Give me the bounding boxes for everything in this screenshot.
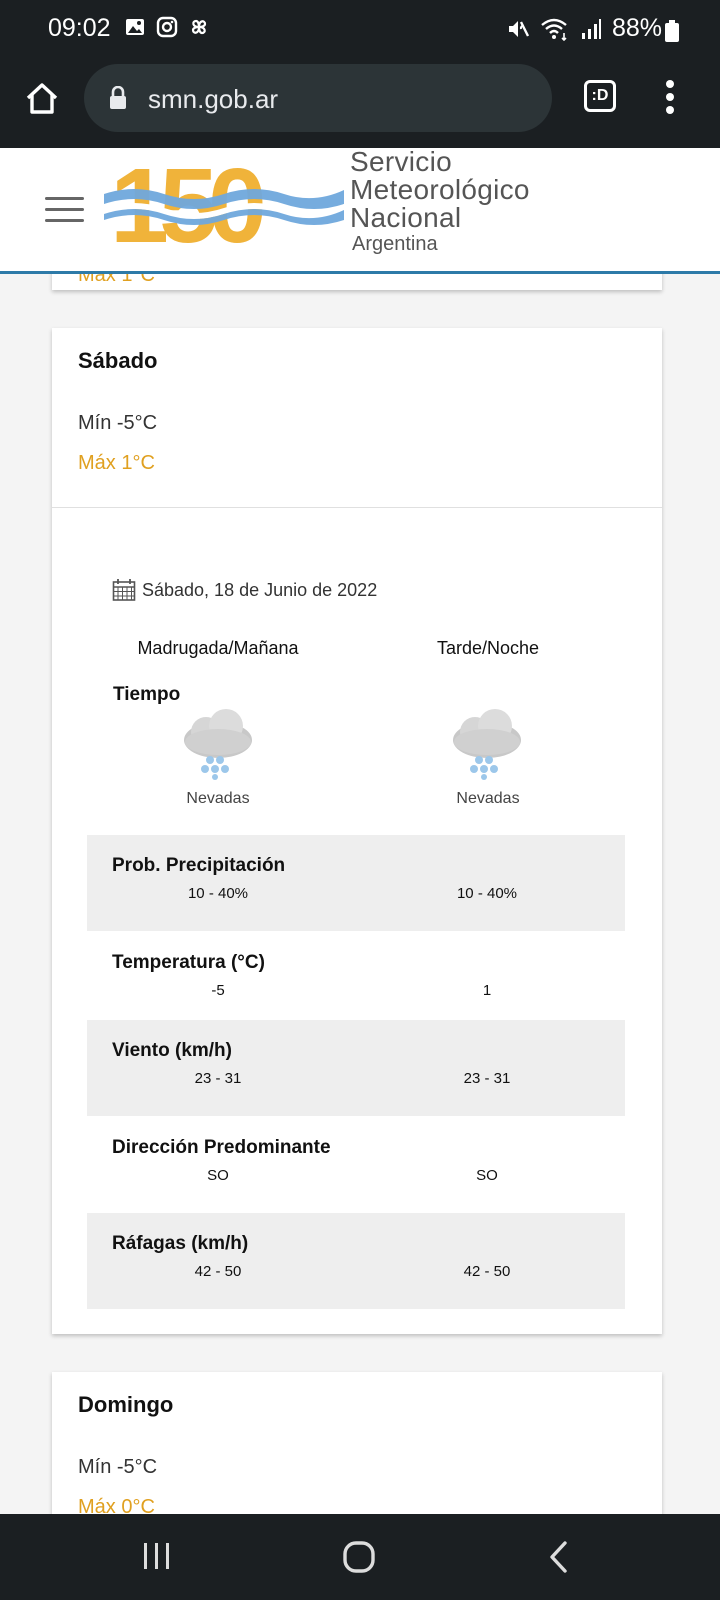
- lock-icon: [110, 86, 126, 109]
- site-country: Argentina: [352, 233, 438, 255]
- weather-afternoon: Nevadas: [456, 790, 520, 807]
- site-title-line-1: Servicio: [350, 146, 452, 177]
- previous-day-card[interactable]: Máx 1°C: [52, 274, 662, 290]
- wifi-icon: [541, 18, 567, 41]
- signal-icon: [581, 18, 601, 39]
- row-direction: Dirección Predominante SO SO: [87, 1117, 625, 1213]
- snow-cloud-icon: [453, 709, 521, 780]
- navigation-bar: [0, 1514, 720, 1600]
- max-temp: Máx 1°C: [78, 452, 155, 474]
- row-gusts: Ráfagas (km/h) 42 - 50 42 - 50: [87, 1213, 625, 1309]
- row-label: Ráfagas (km/h): [112, 1233, 249, 1254]
- row-label: Viento (km/h): [112, 1040, 232, 1061]
- day-title: Sábado: [78, 348, 158, 373]
- row-value-morning: 42 - 50: [194, 1263, 242, 1280]
- sunday-card[interactable]: Domingo Mín -5°C Máx 0°C: [52, 1372, 662, 1514]
- row-value-morning: 10 - 40%: [187, 885, 249, 902]
- calendar-icon: [112, 579, 136, 601]
- weather-label: Tiempo: [113, 684, 181, 705]
- max-temp: Máx 0°C: [78, 1496, 155, 1514]
- date-text: Sábado, 18 de Junio de 2022: [142, 579, 378, 600]
- recents-icon[interactable]: [142, 1540, 172, 1572]
- row-value-morning: 23 - 31: [194, 1070, 242, 1087]
- notification-icons: [124, 16, 210, 38]
- status-time: 09:02: [48, 14, 111, 42]
- row-label: Dirección Predominante: [112, 1137, 331, 1158]
- instagram-icon: [156, 16, 178, 38]
- image-icon: [126, 19, 144, 35]
- browser-toolbar: smn.gob.ar :D: [0, 58, 720, 148]
- row-value-afternoon: 23 - 31: [463, 1070, 511, 1087]
- row-precipitation: Prob. Precipitación 10 - 40% 10 - 40%: [87, 835, 625, 931]
- row-label: Temperatura (°C): [112, 952, 265, 973]
- period-morning: Madrugada/Mañana: [137, 638, 299, 658]
- mute-icon: [508, 20, 530, 37]
- url-bar[interactable]: smn.gob.ar: [84, 64, 552, 132]
- row-value-afternoon: 10 - 40%: [456, 885, 518, 902]
- hamburger-icon[interactable]: [45, 197, 84, 223]
- battery-icon: [665, 20, 679, 42]
- home-nav-icon[interactable]: [342, 1540, 376, 1574]
- previous-day-max: Máx 1°C: [78, 274, 155, 286]
- row-value-afternoon: 42 - 50: [463, 1263, 511, 1280]
- status-bar: 09:02 88%: [0, 0, 720, 58]
- tabs-icon[interactable]: :D: [584, 80, 616, 112]
- divider: [52, 507, 662, 508]
- day-title: Domingo: [78, 1392, 174, 1417]
- period-afternoon: Tarde/Noche: [436, 638, 540, 658]
- battery-percent: 88%: [611, 14, 662, 42]
- menu-dots-icon[interactable]: [664, 78, 676, 118]
- saturday-card[interactable]: Sábado Mín -5°C Máx 1°C Sábado, 18 de Ju…: [52, 328, 662, 1334]
- home-icon[interactable]: [24, 80, 60, 116]
- system-icons: 88%: [506, 14, 662, 43]
- row-value-morning: SO: [207, 1167, 229, 1184]
- min-temp: Mín -5°C: [78, 1456, 158, 1478]
- site-title-line-2: Meteorológico: [350, 174, 530, 205]
- back-icon[interactable]: [548, 1540, 570, 1574]
- row-temperature: Temperatura (°C) -5 1: [87, 932, 625, 1028]
- min-temp: Mín -5°C: [78, 412, 158, 434]
- forecast-content: Máx 1°C Sábado Mín -5°C Máx 1°C Sábado, …: [0, 274, 720, 1514]
- row-value-afternoon: SO: [476, 1167, 498, 1184]
- pinwheel-icon: [191, 19, 207, 35]
- site-title: Servicio Meteorológico Nacional Argentin…: [350, 148, 530, 256]
- snow-cloud-icon: [184, 709, 252, 780]
- url-text: smn.gob.ar: [148, 84, 279, 114]
- smn-150-logo[interactable]: 150: [104, 148, 344, 248]
- site-header: 150 Servicio Meteorológico Nacional Arge…: [0, 148, 720, 274]
- weather-morning: Nevadas: [186, 790, 250, 807]
- row-value-morning: -5: [211, 982, 225, 999]
- row-wind: Viento (km/h) 23 - 31 23 - 31: [87, 1020, 625, 1116]
- row-label: Prob. Precipitación: [112, 855, 286, 876]
- site-title-line-3: Nacional: [350, 202, 462, 233]
- forecast-date: Sábado, 18 de Junio de 2022: [112, 578, 377, 602]
- row-value-afternoon: 1: [482, 982, 492, 999]
